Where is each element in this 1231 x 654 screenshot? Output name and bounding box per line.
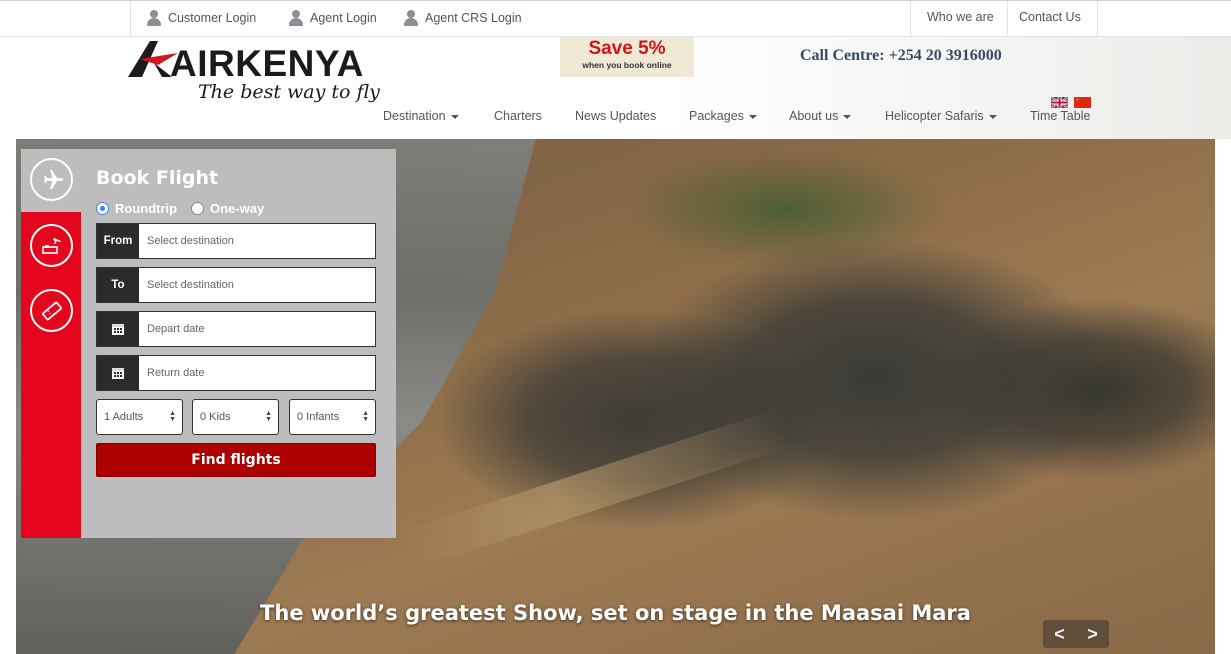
site-header: AIRKENYA The best way to fly Save 5% whe… <box>0 37 1231 139</box>
radio-unselected-icon <box>191 202 204 215</box>
booking-panel: Book Flight Roundtrip One-way From To <box>81 149 396 538</box>
kids-value: 0 Kids <box>200 411 231 423</box>
nav-about-us-label: About us <box>789 109 839 123</box>
slider-prev-button[interactable]: < <box>1054 624 1065 645</box>
nav-news-updates[interactable]: News Updates <box>575 109 656 123</box>
nav-news-updates-label: News Updates <box>575 109 657 123</box>
select-arrows-icon: ▲ ▼ <box>362 410 369 423</box>
promo-headline: Save 5% <box>588 38 666 59</box>
nav-packages[interactable]: Packages <box>689 109 757 123</box>
caret-down-icon <box>748 114 757 119</box>
depart-date-field <box>96 311 376 347</box>
one-way-label: One-way <box>210 201 265 216</box>
agent-crs-login-link[interactable]: Agent CRS Login <box>403 10 522 26</box>
agent-login-label: Agent Login <box>310 11 377 25</box>
tab-book-flight[interactable] <box>30 158 73 201</box>
customer-login-link[interactable]: Customer Login <box>146 10 256 26</box>
booking-title: Book Flight <box>96 167 219 189</box>
to-field: To <box>96 267 376 303</box>
slider-controls: < > <box>1043 620 1109 648</box>
divider <box>130 1 131 37</box>
to-label: To <box>97 268 139 302</box>
who-we-are-link[interactable]: Who we are <box>927 10 994 24</box>
to-input[interactable] <box>139 268 375 302</box>
caret-down-icon <box>843 114 852 119</box>
customer-login-label: Customer Login <box>168 11 257 25</box>
nav-time-table-label: Time Table <box>1030 109 1091 123</box>
return-date-input[interactable] <box>139 356 375 390</box>
nav-charters-label: Charters <box>494 109 542 123</box>
from-input[interactable] <box>139 224 375 258</box>
contact-us-link[interactable]: Contact Us <box>1019 10 1081 24</box>
hotel-flight-icon <box>41 237 61 254</box>
caret-down-icon <box>988 114 997 119</box>
nav-charters[interactable]: Charters <box>494 109 542 123</box>
ticket-icon <box>41 301 62 320</box>
agent-crs-login-label: Agent CRS Login <box>425 11 522 25</box>
hero-image-bank <box>399 408 793 570</box>
slider-next-button[interactable]: > <box>1087 624 1098 645</box>
divider <box>910 1 911 37</box>
adults-value: 1 Adults <box>104 411 144 423</box>
find-flights-button[interactable]: Find flights <box>96 443 376 477</box>
chinese-flag-icon[interactable] <box>1074 97 1091 108</box>
save-promo-banner[interactable]: Save 5% when you book online <box>560 37 694 77</box>
divider <box>1097 1 1098 37</box>
calendar-icon-box <box>97 356 139 390</box>
nav-about-us[interactable]: About us <box>789 109 852 123</box>
from-label: From <box>97 224 139 258</box>
nav-helicopter-safaris-label: Helicopter Safaris <box>885 109 984 123</box>
roundtrip-label: Roundtrip <box>115 201 178 216</box>
kids-select[interactable]: 0 Kids ▲ ▼ <box>192 399 279 435</box>
return-date-field <box>96 355 376 391</box>
infants-select[interactable]: 0 Infants ▲ ▼ <box>289 399 376 435</box>
roundtrip-radio[interactable]: Roundtrip <box>96 201 177 216</box>
english-flag-icon[interactable] <box>1051 97 1068 108</box>
divider <box>1007 1 1008 37</box>
user-icon <box>403 10 419 26</box>
select-arrows-icon: ▲ ▼ <box>265 410 272 423</box>
nav-destination-label: Destination <box>383 109 446 123</box>
hero-caption: The world’s greatest Show, set on stage … <box>260 601 971 625</box>
top-utility-bar: Customer Login Agent Login Agent CRS Log… <box>0 0 1231 37</box>
radio-selected-icon <box>96 202 109 215</box>
nav-time-table[interactable]: Time Table <box>1030 109 1090 123</box>
from-field: From <box>96 223 376 259</box>
user-icon <box>288 10 304 26</box>
calendar-icon <box>112 368 124 379</box>
user-icon <box>146 10 162 26</box>
caret-down-icon <box>450 114 459 119</box>
depart-date-input[interactable] <box>139 312 375 346</box>
calendar-icon <box>112 324 124 335</box>
logo-wordmark: AIRKENYA <box>170 43 364 84</box>
call-centre-number: Call Centre: +254 20 3916000 <box>800 47 1002 64</box>
airkenya-logo[interactable]: AIRKENYA The best way to fly <box>126 37 426 127</box>
promo-subtext: when you book online <box>582 60 672 70</box>
infants-value: 0 Infants <box>297 411 340 423</box>
one-way-radio[interactable]: One-way <box>191 201 264 216</box>
select-arrows-icon: ▲ ▼ <box>169 410 176 423</box>
nav-helicopter-safaris[interactable]: Helicopter Safaris <box>885 109 997 123</box>
agent-login-link[interactable]: Agent Login <box>288 10 377 26</box>
adults-select[interactable]: 1 Adults ▲ ▼ <box>96 399 183 435</box>
nav-destination[interactable]: Destination <box>383 109 459 123</box>
tab-ticket[interactable] <box>30 289 73 332</box>
language-switcher <box>1051 97 1091 108</box>
booking-tabs <box>21 149 81 538</box>
calendar-icon-box <box>97 312 139 346</box>
logo-tagline: The best way to fly <box>198 81 380 103</box>
booking-widget: Book Flight Roundtrip One-way From To <box>21 149 396 538</box>
plane-icon <box>43 169 63 189</box>
tab-hotel-flight[interactable] <box>30 224 73 267</box>
nav-packages-label: Packages <box>689 109 744 123</box>
